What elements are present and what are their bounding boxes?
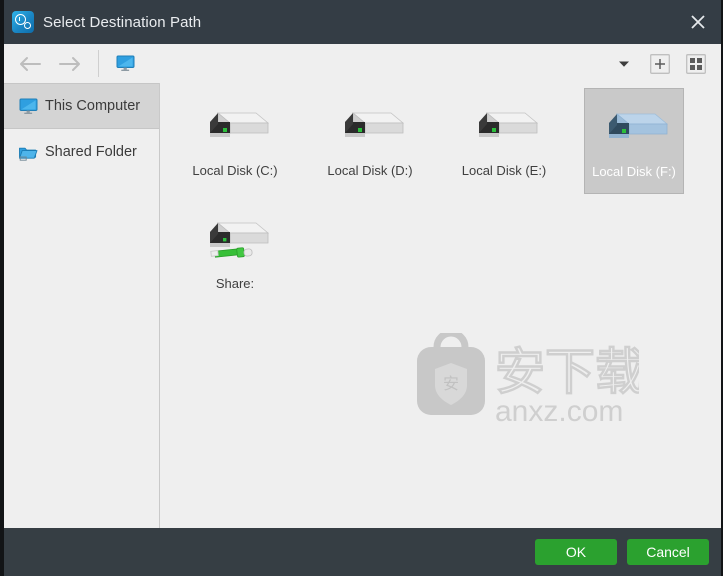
sidebar-item-shared-folder[interactable]: Shared Folder bbox=[4, 129, 159, 175]
drive-tile-label: Local Disk (C:) bbox=[192, 163, 278, 178]
drive-tile-label: Local Disk (F:) bbox=[592, 164, 676, 179]
hard-drive-icon bbox=[597, 103, 671, 155]
cancel-button[interactable]: Cancel bbox=[627, 539, 709, 565]
forward-arrow-icon[interactable] bbox=[50, 45, 90, 83]
computer-monitor-icon[interactable] bbox=[110, 45, 140, 83]
window-title: Select Destination Path bbox=[43, 13, 202, 31]
sidebar: This Computer Shared Folder bbox=[4, 83, 160, 528]
dialog-body: This Computer Shared Folder Local Disk (… bbox=[4, 83, 721, 528]
computer-monitor-icon bbox=[18, 97, 38, 115]
svg-text:安下载: 安下载 bbox=[495, 343, 639, 401]
sidebar-item-label: This Computer bbox=[45, 97, 141, 114]
navigation-toolbar bbox=[4, 44, 721, 84]
grid-view-icon[interactable] bbox=[685, 53, 707, 75]
svg-text:anxz.com: anxz.com bbox=[495, 395, 623, 428]
watermark-anxz: 安 安下载 anxz.com bbox=[413, 329, 646, 429]
plus-box-icon[interactable] bbox=[649, 53, 671, 75]
select-destination-path-dialog: Select Destination Path This Computer Sh… bbox=[0, 0, 723, 576]
file-list-pane[interactable]: Local Disk (C:) Local Disk (D:) Local Di… bbox=[161, 83, 721, 528]
drive-tile-c[interactable]: Local Disk (C:) bbox=[185, 88, 285, 194]
back-arrow-icon[interactable] bbox=[10, 45, 50, 83]
drive-tile-e[interactable]: Local Disk (E:) bbox=[454, 88, 554, 194]
drive-tile-d[interactable]: Local Disk (D:) bbox=[320, 88, 420, 194]
hard-drive-icon bbox=[467, 102, 541, 154]
drive-tile-label: Local Disk (D:) bbox=[327, 163, 413, 178]
dialog-footer: OK Cancel bbox=[4, 528, 721, 576]
hard-drive-icon bbox=[333, 102, 407, 154]
ok-button[interactable]: OK bbox=[535, 539, 617, 565]
drive-tile-label: Local Disk (E:) bbox=[461, 163, 547, 178]
hard-drive-icon bbox=[198, 102, 272, 154]
svg-text:安: 安 bbox=[443, 374, 459, 393]
clock-settings-icon bbox=[12, 11, 34, 33]
caret-down-icon[interactable] bbox=[611, 45, 637, 83]
toolbar-divider bbox=[98, 50, 99, 77]
sidebar-item-this-computer[interactable]: This Computer bbox=[4, 83, 159, 129]
sidebar-item-label: Shared Folder bbox=[45, 143, 137, 160]
drive-tile-label: Share: bbox=[215, 276, 255, 291]
shared-folder-icon bbox=[18, 143, 38, 161]
close-icon[interactable] bbox=[681, 5, 715, 39]
network-drive-tile-share[interactable]: Share: bbox=[185, 201, 285, 307]
drive-tile-f[interactable]: Local Disk (F:) bbox=[584, 88, 684, 194]
title-bar: Select Destination Path bbox=[4, 0, 721, 44]
network-drive-icon bbox=[198, 215, 272, 267]
